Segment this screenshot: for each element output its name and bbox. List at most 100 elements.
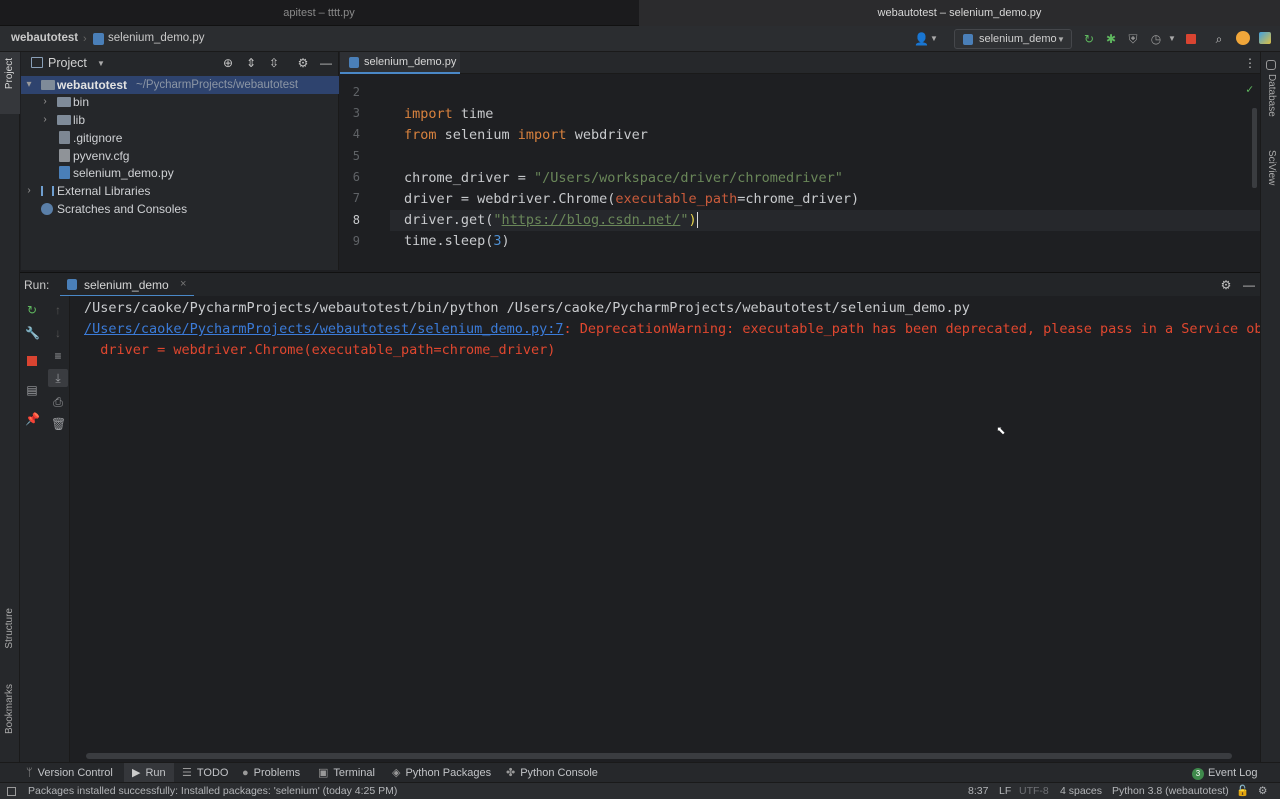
database-icon (1266, 60, 1276, 70)
tool-tab-label: Problems (253, 767, 301, 779)
collapse-all-icon[interactable]: ⇳ (267, 56, 281, 70)
warning-icon: ● (242, 767, 249, 779)
tree-item-pyvenv[interactable]: pyvenv.cfg (21, 147, 339, 165)
tree-item-bin[interactable]: › bin (21, 93, 339, 111)
plugin-icon[interactable] (1259, 32, 1271, 44)
editor-scrollbar[interactable] (1252, 108, 1257, 188)
structure-tool-label[interactable]: Structure (4, 608, 15, 649)
tool-tab-version-control[interactable]: ᛘ Version Control (26, 763, 118, 783)
soft-wrap-icon[interactable]: ≡ (51, 349, 65, 363)
navigation-bar: webautotest › selenium_demo.py 👤 ▼ selen… (0, 26, 1280, 52)
console-file-link[interactable]: /Users/caoke/PycharmProjects/webautotest… (84, 321, 564, 337)
tool-window-toggle-icon[interactable] (7, 787, 16, 796)
run-config-label: selenium_demo (979, 33, 1057, 45)
project-tool-label: Project (4, 58, 15, 90)
lock-icon[interactable]: 🔓 (1236, 783, 1249, 799)
database-tool-label[interactable]: Database (1266, 74, 1277, 117)
tree-item-gitignore[interactable]: .gitignore (21, 129, 339, 147)
project-panel-title[interactable]: Project (48, 56, 87, 70)
tool-tab-problems[interactable]: ● Problems (242, 763, 300, 783)
window-tab-apitest[interactable]: apitest – tttt.py (0, 0, 638, 26)
file-encoding[interactable]: UTF-8 (1019, 783, 1049, 799)
minimize-icon[interactable]: — (1242, 278, 1256, 292)
run-toolbar-primary: ↻ 🔧 ▤ 📌 (20, 296, 46, 762)
tree-item-external-libraries[interactable]: › External Libraries (21, 182, 339, 200)
inspection-ok-icon[interactable]: ✓ (1246, 82, 1253, 96)
stop-icon[interactable] (1186, 34, 1196, 44)
trash-icon[interactable]: 🗑 (51, 417, 66, 431)
up-arrow-icon[interactable]: ↑ (51, 303, 65, 317)
tool-tab-label: TODO (196, 767, 229, 779)
code-line-3: import time (404, 104, 493, 125)
stop-icon[interactable] (27, 356, 37, 366)
chevron-right-icon: › (43, 114, 47, 125)
more-options-icon[interactable]: ⋮ (1243, 56, 1257, 70)
gear-icon[interactable]: ⚙ (296, 56, 310, 70)
gear-icon[interactable]: ⚙ (1219, 278, 1233, 292)
close-icon[interactable]: × (180, 278, 186, 290)
user-icon[interactable]: 👤 (914, 32, 929, 46)
tree-root-webautotest[interactable]: ▾ webautotest ~/PycharmProjects/webautot… (21, 76, 339, 94)
breadcrumb-file[interactable]: selenium_demo.py (108, 32, 205, 44)
search-icon[interactable]: ⌕ (1212, 32, 1226, 46)
library-icon (41, 186, 54, 196)
code-line-7: driver = webdriver.Chrome(executable_pat… (404, 189, 859, 210)
line-number: 5 (352, 149, 360, 163)
tool-tab-label: Version Control (37, 767, 113, 779)
project-icon (31, 57, 43, 68)
tool-tab-event-log[interactable]: 3 Event Log (1192, 763, 1258, 783)
print-icon[interactable]: ⎙ (51, 395, 65, 409)
code-token: =chrome_driver) (737, 191, 860, 207)
scratches-icon (41, 203, 53, 215)
profile-icon[interactable]: ◷ (1149, 32, 1163, 46)
tool-tab-todo[interactable]: ☰ TODO (182, 763, 228, 783)
bookmarks-tool-label[interactable]: Bookmarks (4, 684, 15, 734)
coverage-icon[interactable]: ⛨ (1126, 32, 1140, 46)
line-number: 6 (352, 170, 360, 184)
pin-icon[interactable]: 📌 (25, 412, 40, 426)
python-interpreter[interactable]: Python 3.8 (webautotest) (1112, 783, 1229, 799)
rerun-icon[interactable]: ↻ (1082, 32, 1096, 46)
tool-tab-terminal[interactable]: ▣ Terminal (318, 763, 375, 783)
tool-tab-run[interactable]: ▶ Run (124, 763, 174, 783)
tool-tab-python-console[interactable]: ✤ Python Console (506, 763, 598, 783)
tree-item-scratches[interactable]: Scratches and Consoles (21, 200, 339, 218)
notifications-icon[interactable]: ⚙ (1258, 783, 1267, 799)
gitignore-file-icon (59, 131, 70, 144)
tree-item-label: .gitignore (73, 131, 123, 145)
locate-icon[interactable]: ⊕ (221, 56, 235, 70)
window-tab-webautotest[interactable]: webautotest – selenium_demo.py (639, 0, 1280, 26)
code-url-link[interactable]: https://blog.csdn.net/ (502, 212, 681, 228)
caret-position[interactable]: 8:37 (968, 783, 988, 799)
run-tab-selenium-demo[interactable]: selenium_demo × (60, 273, 194, 297)
run-config-selector[interactable]: selenium_demo ▼ (954, 29, 1072, 49)
console-horizontal-scrollbar[interactable] (86, 753, 1232, 759)
wrench-icon[interactable]: 🔧 (25, 326, 40, 340)
minimize-icon[interactable]: — (319, 56, 333, 70)
code-token: time.sleep( (404, 233, 494, 249)
layout-icon[interactable]: ▤ (25, 383, 39, 397)
indent-setting[interactable]: 4 spaces (1060, 783, 1102, 799)
tree-item-selenium-demo[interactable]: selenium_demo.py (21, 164, 339, 182)
code-string: " (680, 212, 689, 228)
tree-item-label: selenium_demo.py (73, 166, 174, 180)
list-icon: ☰ (182, 767, 192, 779)
status-message[interactable]: Packages installed successfully: Install… (28, 783, 397, 799)
editor-tab-selenium-demo[interactable]: selenium_demo.py (340, 52, 460, 74)
line-number: 4 (352, 127, 360, 141)
update-icon[interactable] (1236, 31, 1250, 45)
rerun-icon[interactable]: ↻ (25, 303, 39, 317)
tree-item-lib[interactable]: › lib (21, 111, 339, 129)
line-separator[interactable]: LF (999, 783, 1011, 799)
chevron-down-icon[interactable]: ▼ (97, 59, 105, 68)
tool-tab-python-packages[interactable]: ◈ Python Packages (392, 763, 491, 783)
sciview-tool-label[interactable]: SciView (1266, 150, 1277, 185)
breadcrumb-project[interactable]: webautotest (11, 32, 78, 44)
code-line-8: driver.get("https://blog.csdn.net/") (404, 210, 698, 231)
run-console-output[interactable]: /Users/caoke/PycharmProjects/webautotest… (70, 296, 1260, 762)
expand-all-icon[interactable]: ⇕ (244, 56, 258, 70)
code-token: import (517, 127, 567, 143)
code-editor[interactable]: 2 3 4 5 6 7 8 9 ✓ import time from selen… (340, 74, 1260, 270)
debug-icon[interactable]: ✱ (1104, 32, 1118, 46)
down-arrow-icon[interactable]: ↓ (51, 326, 65, 340)
